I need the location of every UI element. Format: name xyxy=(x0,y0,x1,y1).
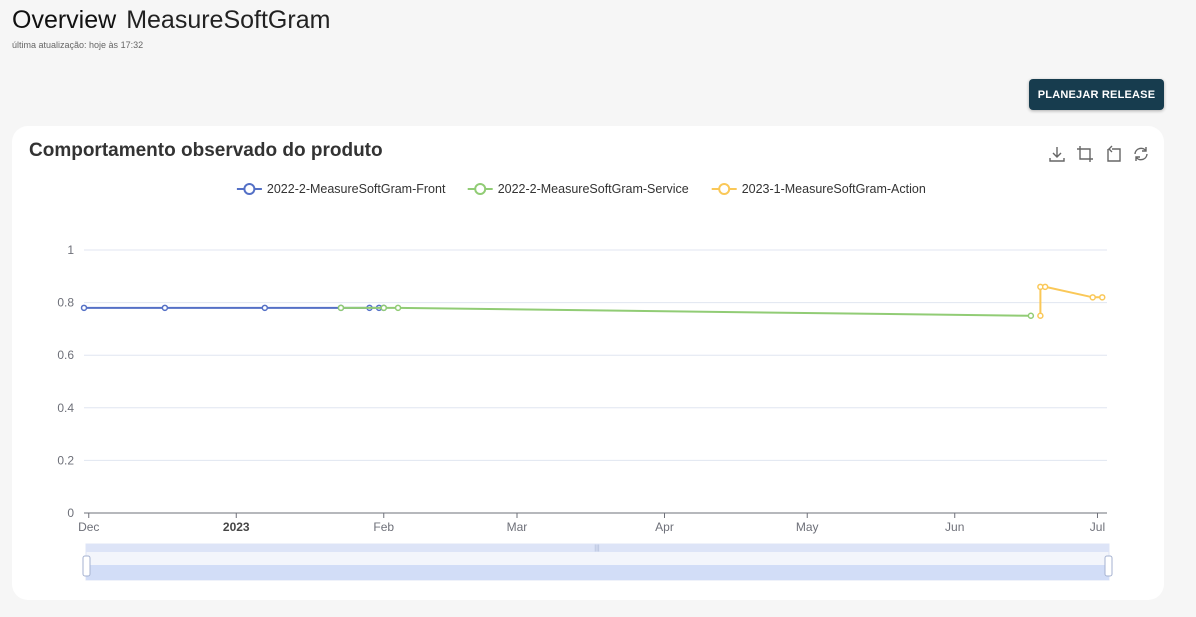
x-tick-label: Jul xyxy=(1090,520,1105,534)
page-title: Overview xyxy=(12,6,117,34)
data-point xyxy=(1027,312,1035,319)
x-tick-label: Feb xyxy=(373,520,394,534)
data-point xyxy=(1037,312,1044,319)
legend-marker-3 xyxy=(718,183,731,195)
datazoom-right-handle xyxy=(1104,555,1113,577)
y-tick-label: 0.2 xyxy=(57,453,74,467)
y-tick-label: 1 xyxy=(67,243,74,257)
data-point xyxy=(337,304,345,312)
product-name: MeasureSoftGram xyxy=(126,6,331,34)
data-point xyxy=(261,304,269,312)
x-tick-label: May xyxy=(796,520,819,534)
x-tick-label: Jun xyxy=(945,520,964,534)
y-tick-label: 0.4 xyxy=(57,401,74,415)
data-point xyxy=(161,304,169,312)
datazoom-selection xyxy=(86,565,1109,580)
datazoom-left-handle xyxy=(82,555,91,577)
x-tick-label: 2023 xyxy=(223,520,250,534)
page-header: Overview MeasureSoftGram última atualiza… xyxy=(12,6,330,50)
legend-marker-1 xyxy=(243,183,256,195)
y-tick-label: 0.8 xyxy=(57,296,74,310)
data-point xyxy=(380,304,388,312)
x-tick-label: Apr xyxy=(655,520,674,534)
legend-label-3: 2023-1-MeasureSoftGram-Action xyxy=(742,182,926,196)
x-tick-label: Dec xyxy=(78,520,99,534)
datazoom-grip: ||| xyxy=(594,545,600,552)
legend-label-1: 2022-2-MeasureSoftGram-Front xyxy=(267,182,446,196)
legend-marker-2 xyxy=(474,183,487,195)
line-chart: 0 0.2 0.4 0.6 0.8 1 Dec 2023 Feb Mar Apr May Jun Jul 2… xyxy=(57,182,1113,581)
data-point xyxy=(1098,294,1106,301)
data-point xyxy=(1041,283,1049,291)
data-point xyxy=(1089,294,1096,301)
last-updated-text: última atualização: hoje às 17:32 xyxy=(12,40,144,50)
series-line-2 xyxy=(340,306,1031,317)
y-tick-label: 0.6 xyxy=(57,348,74,362)
data-point xyxy=(394,304,402,312)
x-tick-label: Mar xyxy=(507,520,528,534)
data-point xyxy=(80,304,88,312)
series-line-3 xyxy=(1039,285,1103,316)
plan-release-button[interactable]: PLANEJAR RELEASE xyxy=(1029,79,1164,110)
legend-label-2: 2022-2-MeasureSoftGram-Service xyxy=(498,182,689,196)
y-tick-label: 0 xyxy=(67,506,74,520)
